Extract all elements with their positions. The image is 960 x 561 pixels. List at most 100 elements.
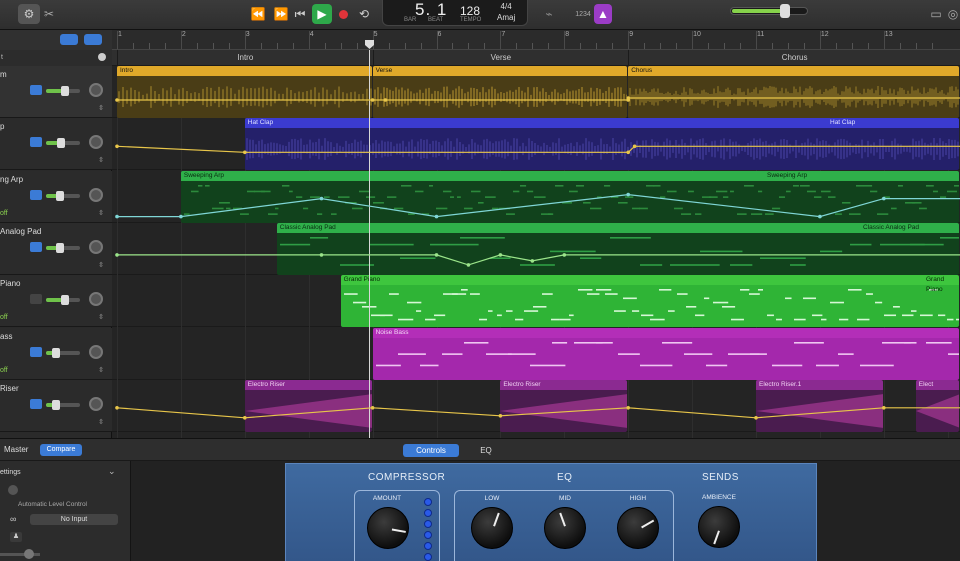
volume-slider[interactable]: [46, 399, 80, 410]
mute-button[interactable]: [30, 85, 42, 95]
track-header[interactable]: ass off ⇳: [0, 327, 112, 380]
mid-knob[interactable]: [544, 507, 586, 549]
automation-mode[interactable]: off ⇳: [0, 313, 104, 323]
volume-slider[interactable]: [46, 347, 80, 358]
region[interactable]: Electro Riser.1: [756, 379, 883, 432]
track-name[interactable]: p: [0, 122, 4, 131]
pan-knob[interactable]: [89, 83, 103, 97]
automation-mode[interactable]: ⇳: [0, 104, 104, 114]
mute-button[interactable]: [30, 346, 42, 357]
arrangement-marker-chorus[interactable]: Chorus: [628, 50, 960, 66]
high-knob[interactable]: [617, 507, 659, 549]
time-signature[interactable]: 4/4 Amaj: [497, 1, 515, 23]
track-header[interactable]: Piano off ⇳: [0, 275, 112, 328]
track-settings-button[interactable]: [84, 34, 102, 45]
volume-knob[interactable]: [57, 138, 66, 149]
automation-mode[interactable]: ⇳: [0, 156, 104, 166]
track-name[interactable]: Piano: [0, 279, 20, 288]
tab-eq[interactable]: EQ: [460, 444, 512, 457]
track-name[interactable]: Analog Pad: [0, 227, 41, 236]
volume-knob[interactable]: [56, 190, 65, 201]
region[interactable]: Grand Piano: [340, 275, 959, 328]
region[interactable]: Intro: [117, 66, 372, 118]
region[interactable]: Chorus: [628, 66, 959, 118]
automation-mode[interactable]: ⇳: [0, 418, 104, 428]
person-icon[interactable]: ♟: [10, 532, 22, 542]
amount-knob[interactable]: [367, 507, 409, 549]
track-header[interactable]: m ⇳: [0, 66, 112, 118]
input-gain-slider[interactable]: [0, 549, 40, 559]
region[interactable]: Sweeping Arp: [180, 170, 959, 223]
region[interactable]: Verse: [372, 66, 628, 118]
pan-knob[interactable]: [89, 292, 103, 307]
volume-slider[interactable]: [46, 295, 80, 306]
count-in-button[interactable]: 1234: [572, 4, 594, 24]
mute-button[interactable]: [30, 189, 42, 200]
volume-slider[interactable]: [46, 86, 80, 96]
region[interactable]: Noise Bass: [372, 327, 959, 380]
region[interactable]: Electro Riser: [500, 379, 628, 432]
track-header[interactable]: Analog Pad ⇳: [0, 222, 112, 275]
master-tab[interactable]: Master: [4, 445, 28, 454]
volume-knob[interactable]: [51, 347, 60, 358]
pan-knob[interactable]: [89, 135, 103, 150]
volume-knob[interactable]: [60, 295, 69, 306]
track-header[interactable]: p ⇳: [0, 118, 112, 171]
volume-knob[interactable]: [55, 242, 64, 253]
arrangement-marker-intro[interactable]: Intro: [117, 50, 373, 66]
lcd-display[interactable]: 5. 1 BAR BEAT 128 TEMPO 4/4 Amaj: [382, 0, 528, 26]
pan-knob[interactable]: [89, 344, 103, 359]
automation-mode[interactable]: ⇳: [0, 261, 104, 271]
track-name[interactable]: Riser: [0, 384, 19, 393]
low-knob[interactable]: [471, 507, 513, 549]
region[interactable]: Electro Riser: [244, 379, 372, 432]
compare-button[interactable]: Compare: [40, 444, 82, 456]
tracks-area[interactable]: Intro Verse Chorus Hat Clap Sweeping Arp Clas…: [112, 50, 960, 438]
pan-knob[interactable]: [89, 187, 103, 202]
region[interactable]: Elect: [915, 379, 959, 432]
volume-slider[interactable]: [46, 242, 80, 253]
rewind-button[interactable]: ⏪: [250, 4, 266, 24]
scissors-icon[interactable]: ✂: [42, 4, 56, 24]
mute-button[interactable]: [30, 398, 42, 409]
tab-controls[interactable]: Controls: [403, 444, 459, 457]
tuner-button[interactable]: ⌁: [542, 4, 556, 24]
metronome-button[interactable]: ▲: [594, 4, 612, 24]
automation-mode[interactable]: off ⇳: [0, 366, 104, 376]
volume-slider[interactable]: [46, 190, 80, 201]
track-name[interactable]: m: [0, 70, 7, 79]
track-header[interactable]: Riser ⇳: [0, 379, 112, 432]
volume-knob[interactable]: [52, 399, 61, 410]
track-name[interactable]: ng Arp: [0, 175, 23, 184]
arrangement-marker-verse[interactable]: Verse: [372, 50, 629, 66]
mute-button[interactable]: [30, 137, 42, 148]
monitor-toggle[interactable]: [8, 485, 18, 495]
loop-browser-button[interactable]: ◎: [946, 4, 960, 24]
timeline-ruler[interactable]: 1 2 3 4 5 6 7 8 9 10 11 12 13: [112, 30, 960, 50]
forward-button[interactable]: ⏩: [273, 4, 289, 24]
track-header[interactable]: ng Arp off ⇳: [0, 170, 112, 223]
mute-button[interactable]: [30, 241, 42, 252]
region[interactable]: Classic Analog Pad: [276, 222, 959, 275]
volume-slider[interactable]: [46, 138, 80, 149]
chevron-down-icon[interactable]: ⌄: [108, 466, 116, 477]
record-button[interactable]: [336, 4, 350, 24]
input-link-icon[interactable]: ∞: [10, 514, 16, 524]
go-to-start-button[interactable]: ⏮: [293, 4, 307, 24]
volume-knob[interactable]: [60, 86, 69, 96]
cycle-button[interactable]: ⟲: [356, 4, 372, 24]
pan-knob[interactable]: [89, 396, 103, 411]
input-gain-knob[interactable]: [24, 549, 34, 559]
ambience-knob[interactable]: [698, 506, 740, 548]
notepad-button[interactable]: ▭: [929, 4, 943, 24]
pan-knob[interactable]: [89, 239, 103, 254]
input-select[interactable]: No Input: [30, 514, 118, 525]
mute-button[interactable]: [30, 294, 42, 305]
tempo-value[interactable]: 128: [460, 4, 480, 18]
playhead[interactable]: [369, 50, 370, 438]
play-button[interactable]: ▶: [312, 4, 332, 24]
master-volume-slider[interactable]: [730, 4, 808, 18]
add-track-button[interactable]: [98, 53, 106, 61]
track-filter-button[interactable]: [60, 34, 78, 45]
library-button[interactable]: ⚙: [18, 4, 40, 24]
